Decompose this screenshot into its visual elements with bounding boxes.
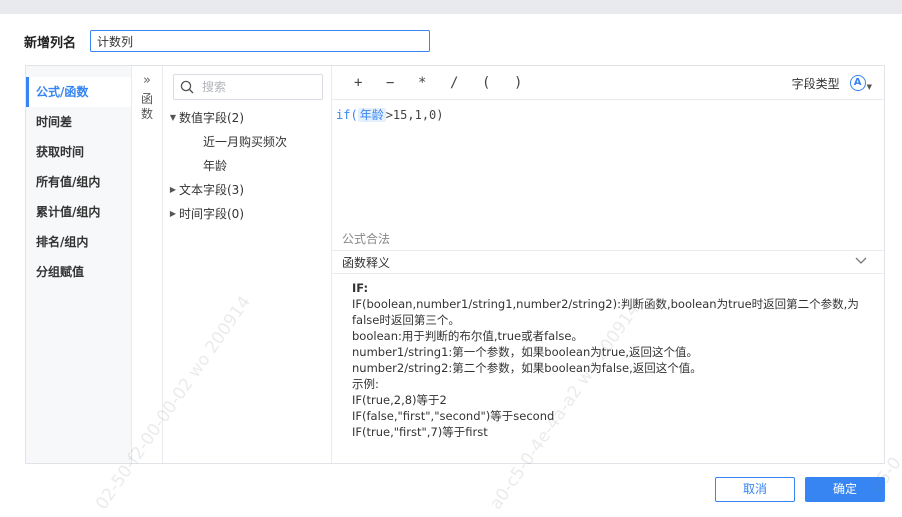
category-list: 公式/函数 时间差 获取时间 所有值/组内 累计值/组内 排名/组内 分组赋值: [26, 66, 132, 463]
description-line: IF(false,"first","second")等于second: [352, 409, 555, 423]
description-line: IF(true,2,8)等于2: [352, 393, 447, 407]
formula-input[interactable]: if(年龄 >15,1,0) 公式合法: [332, 100, 884, 250]
field-type-selector[interactable]: 字段类型 A ▼: [792, 66, 872, 100]
function-description-title: 函数释义: [342, 255, 391, 270]
formula-panel: 公式/函数 时间差 获取时间 所有值/组内 累计值/组内 排名/组内 分组赋值 …: [25, 65, 885, 464]
category-time-diff[interactable]: 时间差: [26, 107, 131, 137]
category-all-values-group[interactable]: 所有值/组内: [26, 167, 131, 197]
caret-right-icon: ▶: [169, 185, 177, 194]
description-line: 示例:: [352, 377, 379, 391]
function-collapse-label: 函数: [140, 92, 153, 121]
tree-field-purchase-frequency[interactable]: 近一月购买频次: [167, 130, 323, 154]
formula-valid-status: 公式合法: [342, 232, 391, 246]
confirm-button[interactable]: 确定: [805, 477, 885, 502]
tree-group-label: 数值字段(2): [179, 111, 244, 125]
close-paren-button[interactable]: ): [514, 75, 546, 91]
minus-button[interactable]: −: [386, 75, 418, 91]
search-icon: [180, 80, 194, 94]
field-search-input[interactable]: [202, 80, 312, 94]
formula-suffix: >15,1,0): [385, 108, 444, 122]
background-strip: [0, 0, 902, 14]
plus-button[interactable]: +: [354, 75, 386, 91]
field-tree: ▼ 数值字段(2) 近一月购买频次 年龄 ▶ 文本字段(3) ▶ 时间字段(0): [167, 106, 323, 226]
tree-field-age[interactable]: 年龄: [167, 154, 323, 178]
column-name-row: 新增列名: [24, 30, 430, 52]
tree-group-numeric[interactable]: ▼ 数值字段(2): [167, 106, 323, 130]
category-group-assign[interactable]: 分组赋值: [26, 257, 131, 287]
caret-down-icon: ▼: [866, 83, 872, 91]
description-line: number1/string1:第一个参数，如果boolean为true,返回这…: [352, 345, 699, 359]
field-panel: ▼ 数值字段(2) 近一月购买频次 年龄 ▶ 文本字段(3) ▶ 时间字段(0): [163, 66, 332, 463]
category-formula-function[interactable]: 公式/函数: [26, 77, 131, 107]
tree-group-text[interactable]: ▶ 文本字段(3): [167, 178, 323, 202]
column-name-label: 新增列名: [24, 35, 77, 51]
function-description-body: IF: IF(boolean,number1/string1,number2/s…: [332, 274, 884, 440]
caret-right-icon: ▶: [169, 209, 177, 218]
field-search-box[interactable]: [173, 74, 323, 100]
operator-toolbar: + − * / ( ) 字段类型 A ▼: [332, 66, 884, 100]
open-paren-button[interactable]: (: [482, 75, 514, 91]
text-type-icon[interactable]: A: [849, 75, 866, 91]
formula-prefix: if(: [336, 108, 358, 122]
function-description-header[interactable]: 函数释义: [332, 250, 884, 274]
description-line: IF(true,"first",7)等于first: [352, 425, 488, 439]
field-type-label: 字段类型: [791, 76, 840, 91]
formula-field-token[interactable]: 年龄: [357, 108, 386, 122]
divide-button[interactable]: /: [450, 75, 482, 91]
category-get-time[interactable]: 获取时间: [26, 137, 131, 167]
function-collapse-column[interactable]: » 函数: [132, 66, 163, 463]
function-name: IF:: [352, 281, 369, 295]
category-rank-group[interactable]: 排名/组内: [26, 227, 131, 257]
tree-group-time[interactable]: ▶ 时间字段(0): [167, 202, 323, 226]
multiply-button[interactable]: *: [418, 75, 450, 91]
description-line: IF(boolean,number1/string1,number2/strin…: [352, 297, 859, 327]
cancel-button[interactable]: 取消: [715, 477, 795, 502]
add-column-dialog: 新增列名 公式/函数 时间差 获取时间 所有值/组内 累计值/组内 排名/组内 …: [0, 14, 902, 517]
caret-down-icon: ▼: [169, 113, 177, 122]
formula-editor: + − * / ( ) 字段类型 A ▼ if(年龄 >15,1,0) 公式合法 …: [332, 66, 884, 463]
column-name-input[interactable]: [90, 30, 430, 52]
tree-group-label: 时间字段(0): [179, 207, 244, 221]
description-line: boolean:用于判断的布尔值,true或者false。: [352, 329, 583, 343]
chevron-down-icon[interactable]: [854, 253, 868, 267]
description-line: number2/string2:第二个参数，如果boolean为false,返回…: [352, 361, 702, 375]
double-chevron-right-icon[interactable]: »: [132, 72, 162, 90]
tree-group-label: 文本字段(3): [179, 183, 244, 197]
category-cumulative-group[interactable]: 累计值/组内: [26, 197, 131, 227]
